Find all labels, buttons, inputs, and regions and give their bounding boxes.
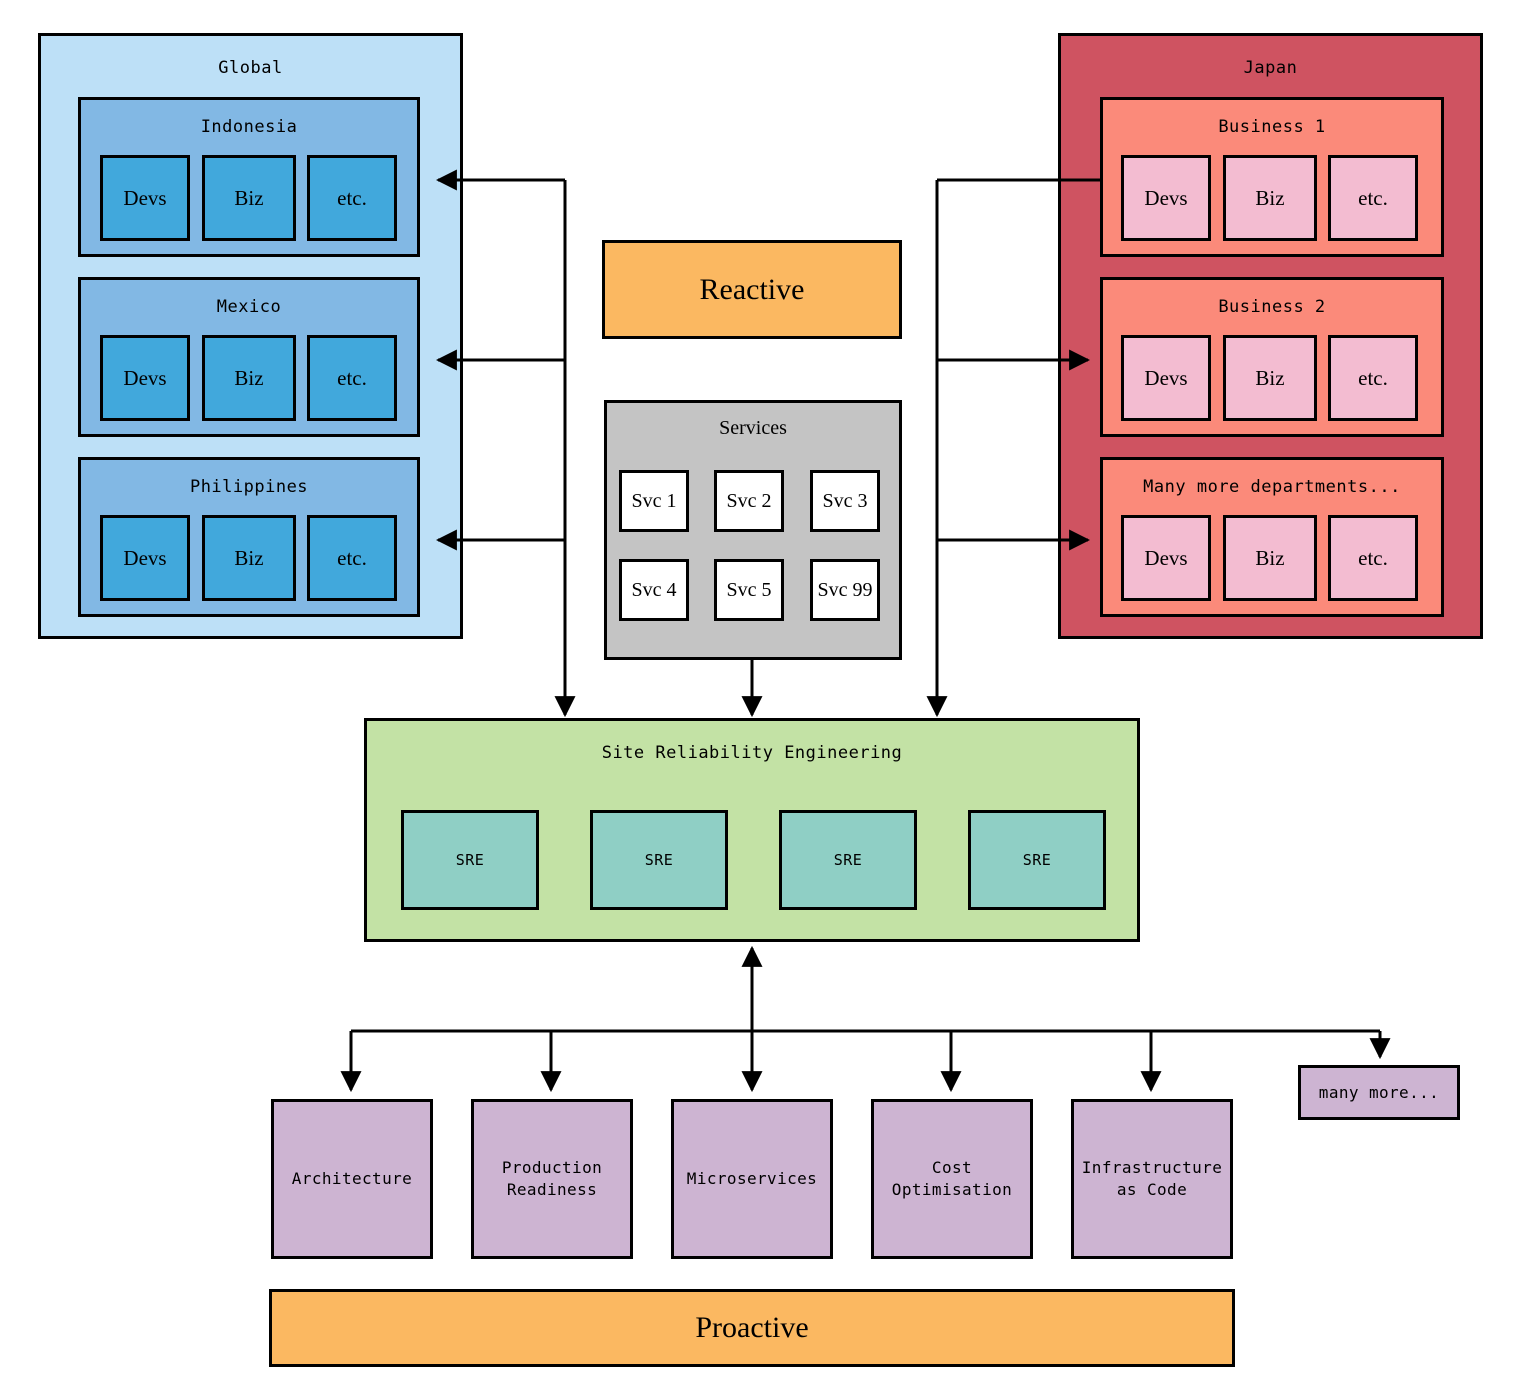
unit-many-more-biz: Biz	[1223, 515, 1317, 601]
unit-business-1-etc: etc.	[1328, 155, 1418, 241]
unit-business-1-biz: Biz	[1223, 155, 1317, 241]
sre-tile-2: SRE	[590, 810, 728, 910]
sre-tile-4: SRE	[968, 810, 1106, 910]
service-tile-6: Svc 99	[810, 559, 880, 621]
region-global-title: Global	[218, 58, 283, 78]
service-tile-1: Svc 1	[619, 470, 689, 532]
group-philippines-title: Philippines	[189, 477, 309, 497]
unit-philippines-etc: etc.	[307, 515, 397, 601]
proactive-banner: Proactive	[269, 1289, 1235, 1367]
services-panel-title: Services	[719, 417, 787, 439]
unit-business-1-devs: Devs	[1121, 155, 1211, 241]
diagram-canvas: Global Indonesia Devs Biz etc. Mexico De…	[0, 0, 1520, 1400]
sre-tile-1: SRE	[401, 810, 539, 910]
unit-indonesia-etc: etc.	[307, 155, 397, 241]
service-tile-3: Svc 3	[810, 470, 880, 532]
practice-production-readiness: Production Readiness	[471, 1099, 633, 1259]
group-indonesia-title: Indonesia	[200, 117, 298, 137]
practice-cost-optimisation: Cost Optimisation	[871, 1099, 1033, 1259]
practice-many-more: many more...	[1298, 1065, 1460, 1120]
group-business-2-title: Business 2	[1218, 297, 1326, 317]
unit-mexico-etc: etc.	[307, 335, 397, 421]
reactive-banner: Reactive	[602, 240, 902, 339]
unit-philippines-biz: Biz	[202, 515, 296, 601]
sre-panel-title: Site Reliability Engineering	[601, 743, 903, 763]
unit-business-2-etc: etc.	[1328, 335, 1418, 421]
unit-business-2-devs: Devs	[1121, 335, 1211, 421]
practice-infrastructure-as-code: Infrastructure as Code	[1071, 1099, 1233, 1259]
unit-many-more-etc: etc.	[1328, 515, 1418, 601]
group-many-more-departments-title: Many more departments...	[1143, 477, 1401, 497]
unit-mexico-devs: Devs	[100, 335, 190, 421]
group-business-1-title: Business 1	[1218, 117, 1326, 137]
group-mexico-title: Mexico	[216, 297, 282, 317]
unit-business-2-biz: Biz	[1223, 335, 1317, 421]
region-japan-title: Japan	[1243, 58, 1298, 78]
unit-philippines-devs: Devs	[100, 515, 190, 601]
unit-indonesia-biz: Biz	[202, 155, 296, 241]
unit-many-more-devs: Devs	[1121, 515, 1211, 601]
service-tile-5: Svc 5	[714, 559, 784, 621]
sre-tile-3: SRE	[779, 810, 917, 910]
unit-indonesia-devs: Devs	[100, 155, 190, 241]
practice-architecture: Architecture	[271, 1099, 433, 1259]
unit-mexico-biz: Biz	[202, 335, 296, 421]
service-tile-2: Svc 2	[714, 470, 784, 532]
service-tile-4: Svc 4	[619, 559, 689, 621]
practice-microservices: Microservices	[671, 1099, 833, 1259]
